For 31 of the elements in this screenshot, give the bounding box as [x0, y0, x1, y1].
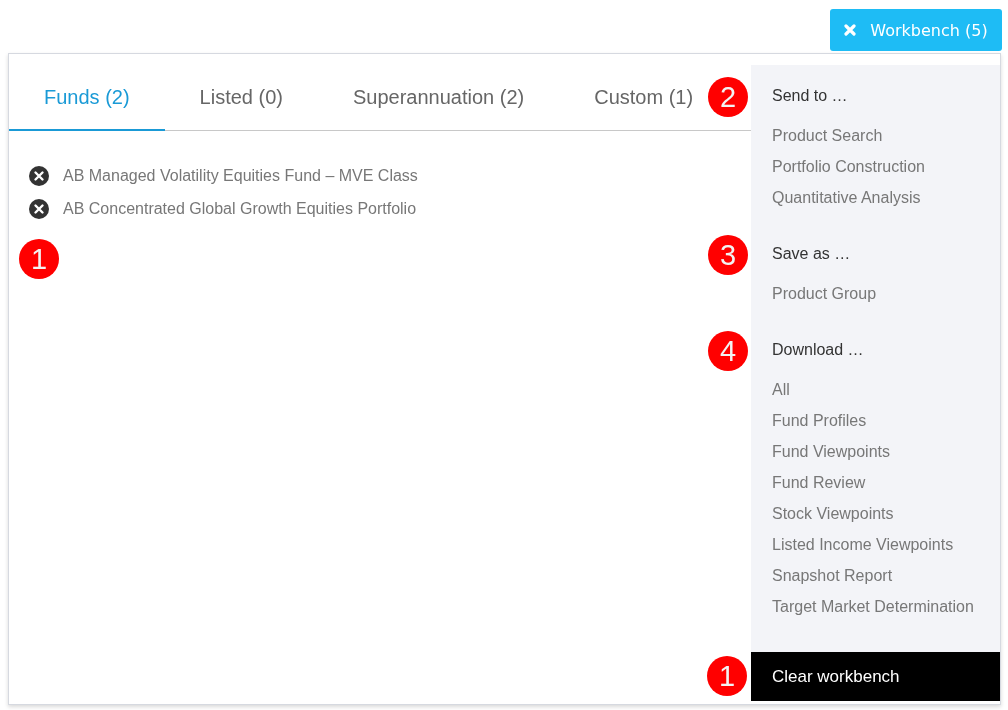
menu-item[interactable]: Listed Income Viewpoints — [772, 534, 954, 556]
clear-workbench-button[interactable]: Clear workbench — [751, 652, 1000, 701]
menu-item[interactable]: Product Search — [772, 125, 883, 147]
close-icon — [844, 24, 857, 36]
tab[interactable]: Custom (1) — [559, 65, 694, 131]
annotation-marker: 4 — [708, 331, 748, 371]
annotation-marker: 1 — [707, 656, 747, 696]
close-icon[interactable] — [29, 199, 49, 219]
tab[interactable]: Superannuation (2) — [317, 65, 560, 131]
annotation-marker: 1 — [19, 239, 59, 279]
menu-heading: Send to … — [772, 87, 848, 105]
menu-item[interactable]: Target Market Determination — [772, 596, 974, 618]
menu-heading: Save as … — [772, 245, 851, 263]
menu-item[interactable]: Snapshot Report — [772, 565, 893, 587]
annotation-marker: 2 — [708, 77, 748, 117]
annotation-marker: 3 — [708, 235, 748, 275]
tab[interactable]: Funds (2) — [9, 65, 165, 131]
menu-item[interactable]: Stock Viewpoints — [772, 503, 894, 525]
menu-item[interactable]: Fund Profiles — [772, 410, 867, 432]
menu-item[interactable]: Product Group — [772, 283, 877, 305]
tab[interactable]: Listed (0) — [164, 65, 318, 131]
menu-heading: Download … — [772, 341, 864, 359]
fund-name: AB Managed Volatility Equities Fund – MVE Class — [63, 167, 418, 185]
menu-item[interactable]: Quantitative Analysis — [772, 187, 921, 209]
fund-name: AB Concentrated Global Growth Equities Portfolio — [63, 200, 417, 218]
close-icon[interactable] — [29, 166, 49, 186]
menu-item[interactable]: Portfolio Construction — [772, 156, 925, 178]
menu-item[interactable]: Fund Viewpoints — [772, 441, 890, 463]
workbench-button[interactable]: Workbench (5) — [830, 9, 1002, 51]
menu-item[interactable]: All — [772, 379, 790, 401]
menu-item[interactable]: Fund Review — [772, 472, 866, 494]
